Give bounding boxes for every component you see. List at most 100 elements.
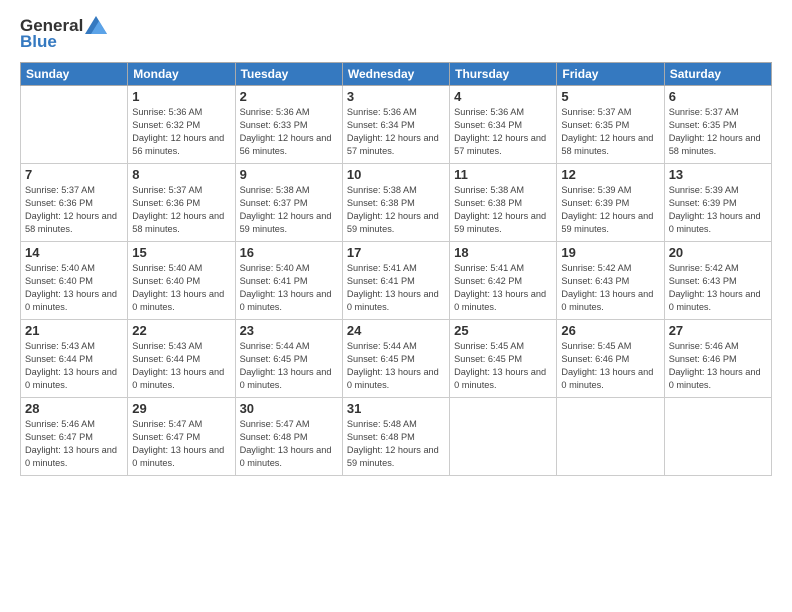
calendar-cell: 4Sunrise: 5:36 AM Sunset: 6:34 PM Daylig…: [450, 86, 557, 164]
day-number: 7: [25, 167, 123, 182]
day-number: 2: [240, 89, 338, 104]
day-number: 11: [454, 167, 552, 182]
calendar-header-row: SundayMondayTuesdayWednesdayThursdayFrid…: [21, 63, 772, 86]
day-info: Sunrise: 5:40 AM Sunset: 6:41 PM Dayligh…: [240, 262, 338, 314]
day-info: Sunrise: 5:40 AM Sunset: 6:40 PM Dayligh…: [25, 262, 123, 314]
day-number: 5: [561, 89, 659, 104]
day-info: Sunrise: 5:38 AM Sunset: 6:38 PM Dayligh…: [347, 184, 445, 236]
calendar-week-row: 14Sunrise: 5:40 AM Sunset: 6:40 PM Dayli…: [21, 242, 772, 320]
calendar-cell: 16 Sunrise: 5:40 AM Sunset: 6:41 PM Dayli…: [235, 242, 342, 320]
day-info: Sunrise: 5:36 AM Sunset: 6:34 PM Dayligh…: [347, 106, 445, 158]
calendar-cell: 18Sunrise: 5:41 AM Sunset: 6:42 PM Dayli…: [450, 242, 557, 320]
day-number: 10: [347, 167, 445, 182]
day-info: Sunrise: 5:40 AM Sunset: 6:40 PM Dayligh…: [132, 262, 230, 314]
calendar-cell: 29Sunrise: 5:47 AM Sunset: 6:47 PM Dayli…: [128, 398, 235, 476]
calendar-cell: 1 Sunrise: 5:36 AM Sunset: 6:32 PM Daylig…: [128, 86, 235, 164]
day-number: 3: [347, 89, 445, 104]
calendar-cell: 31 Sunrise: 5:48 AM Sunset: 6:48 PM Dayli…: [342, 398, 449, 476]
calendar-cell: 6 Sunrise: 5:37 AM Sunset: 6:35 PM Daylig…: [664, 86, 771, 164]
header: General Blue: [20, 16, 772, 52]
calendar-cell: 2 Sunrise: 5:36 AM Sunset: 6:33 PM Daylig…: [235, 86, 342, 164]
calendar-cell: 8Sunrise: 5:37 AM Sunset: 6:36 PM Daylig…: [128, 164, 235, 242]
day-info: Sunrise: 5:38 AM Sunset: 6:38 PM Dayligh…: [454, 184, 552, 236]
day-info: Sunrise: 5:36 AM Sunset: 6:33 PM Dayligh…: [240, 106, 338, 158]
calendar-cell: 23 Sunrise: 5:44 AM Sunset: 6:45 PM Dayli…: [235, 320, 342, 398]
day-info: Sunrise: 5:46 AM Sunset: 6:46 PM Dayligh…: [669, 340, 767, 392]
calendar-cell: 26 Sunrise: 5:45 AM Sunset: 6:46 PM Dayli…: [557, 320, 664, 398]
day-number: 29: [132, 401, 230, 416]
day-info: Sunrise: 5:37 AM Sunset: 6:35 PM Dayligh…: [561, 106, 659, 158]
day-number: 26: [561, 323, 659, 338]
calendar-cell: 14Sunrise: 5:40 AM Sunset: 6:40 PM Dayli…: [21, 242, 128, 320]
day-info: Sunrise: 5:44 AM Sunset: 6:45 PM Dayligh…: [240, 340, 338, 392]
calendar-cell: 13Sunrise: 5:39 AM Sunset: 6:39 PM Dayli…: [664, 164, 771, 242]
day-info: Sunrise: 5:41 AM Sunset: 6:41 PM Dayligh…: [347, 262, 445, 314]
day-info: Sunrise: 5:37 AM Sunset: 6:35 PM Dayligh…: [669, 106, 767, 158]
calendar-cell: 30Sunrise: 5:47 AM Sunset: 6:48 PM Dayli…: [235, 398, 342, 476]
day-number: 1: [132, 89, 230, 104]
weekday-header: Wednesday: [342, 63, 449, 86]
day-info: Sunrise: 5:43 AM Sunset: 6:44 PM Dayligh…: [132, 340, 230, 392]
day-number: 28: [25, 401, 123, 416]
calendar-cell: [450, 398, 557, 476]
logo: General Blue: [20, 16, 107, 52]
calendar-cell: [21, 86, 128, 164]
day-number: 12: [561, 167, 659, 182]
calendar-table: SundayMondayTuesdayWednesdayThursdayFrid…: [20, 62, 772, 476]
day-number: 9: [240, 167, 338, 182]
calendar-cell: 19 Sunrise: 5:42 AM Sunset: 6:43 PM Dayli…: [557, 242, 664, 320]
day-number: 24: [347, 323, 445, 338]
day-info: Sunrise: 5:36 AM Sunset: 6:32 PM Dayligh…: [132, 106, 230, 158]
day-number: 30: [240, 401, 338, 416]
weekday-header: Monday: [128, 63, 235, 86]
calendar-cell: [557, 398, 664, 476]
day-info: Sunrise: 5:42 AM Sunset: 6:43 PM Dayligh…: [669, 262, 767, 314]
day-info: Sunrise: 5:48 AM Sunset: 6:48 PM Dayligh…: [347, 418, 445, 470]
calendar-cell: 12 Sunrise: 5:39 AM Sunset: 6:39 PM Dayli…: [557, 164, 664, 242]
day-number: 8: [132, 167, 230, 182]
calendar-week-row: 1 Sunrise: 5:36 AM Sunset: 6:32 PM Daylig…: [21, 86, 772, 164]
calendar-cell: 11 Sunrise: 5:38 AM Sunset: 6:38 PM Dayli…: [450, 164, 557, 242]
calendar-cell: 5 Sunrise: 5:37 AM Sunset: 6:35 PM Daylig…: [557, 86, 664, 164]
calendar-week-row: 28 Sunrise: 5:46 AM Sunset: 6:47 PM Dayli…: [21, 398, 772, 476]
day-info: Sunrise: 5:45 AM Sunset: 6:45 PM Dayligh…: [454, 340, 552, 392]
day-number: 21: [25, 323, 123, 338]
day-info: Sunrise: 5:38 AM Sunset: 6:37 PM Dayligh…: [240, 184, 338, 236]
weekday-header: Sunday: [21, 63, 128, 86]
day-info: Sunrise: 5:42 AM Sunset: 6:43 PM Dayligh…: [561, 262, 659, 314]
day-number: 6: [669, 89, 767, 104]
day-info: Sunrise: 5:43 AM Sunset: 6:44 PM Dayligh…: [25, 340, 123, 392]
weekday-header: Friday: [557, 63, 664, 86]
day-number: 23: [240, 323, 338, 338]
calendar-cell: 15 Sunrise: 5:40 AM Sunset: 6:40 PM Dayli…: [128, 242, 235, 320]
day-number: 4: [454, 89, 552, 104]
logo-icon: [85, 16, 107, 34]
day-number: 18: [454, 245, 552, 260]
weekday-header: Saturday: [664, 63, 771, 86]
day-number: 20: [669, 245, 767, 260]
day-info: Sunrise: 5:45 AM Sunset: 6:46 PM Dayligh…: [561, 340, 659, 392]
day-number: 19: [561, 245, 659, 260]
day-number: 15: [132, 245, 230, 260]
calendar-week-row: 21 Sunrise: 5:43 AM Sunset: 6:44 PM Dayli…: [21, 320, 772, 398]
day-info: Sunrise: 5:39 AM Sunset: 6:39 PM Dayligh…: [561, 184, 659, 236]
day-info: Sunrise: 5:44 AM Sunset: 6:45 PM Dayligh…: [347, 340, 445, 392]
day-number: 17: [347, 245, 445, 260]
calendar-cell: 21 Sunrise: 5:43 AM Sunset: 6:44 PM Dayli…: [21, 320, 128, 398]
calendar-cell: 17 Sunrise: 5:41 AM Sunset: 6:41 PM Dayli…: [342, 242, 449, 320]
day-number: 27: [669, 323, 767, 338]
weekday-header: Thursday: [450, 63, 557, 86]
calendar-week-row: 7Sunrise: 5:37 AM Sunset: 6:36 PM Daylig…: [21, 164, 772, 242]
calendar-cell: 9 Sunrise: 5:38 AM Sunset: 6:37 PM Daylig…: [235, 164, 342, 242]
calendar-cell: 28 Sunrise: 5:46 AM Sunset: 6:47 PM Dayli…: [21, 398, 128, 476]
calendar-cell: 20 Sunrise: 5:42 AM Sunset: 6:43 PM Dayli…: [664, 242, 771, 320]
day-number: 31: [347, 401, 445, 416]
day-info: Sunrise: 5:46 AM Sunset: 6:47 PM Dayligh…: [25, 418, 123, 470]
day-number: 25: [454, 323, 552, 338]
day-number: 22: [132, 323, 230, 338]
day-number: 16: [240, 245, 338, 260]
weekday-header: Tuesday: [235, 63, 342, 86]
day-info: Sunrise: 5:39 AM Sunset: 6:39 PM Dayligh…: [669, 184, 767, 236]
calendar-cell: 3 Sunrise: 5:36 AM Sunset: 6:34 PM Daylig…: [342, 86, 449, 164]
calendar-cell: 10 Sunrise: 5:38 AM Sunset: 6:38 PM Dayli…: [342, 164, 449, 242]
